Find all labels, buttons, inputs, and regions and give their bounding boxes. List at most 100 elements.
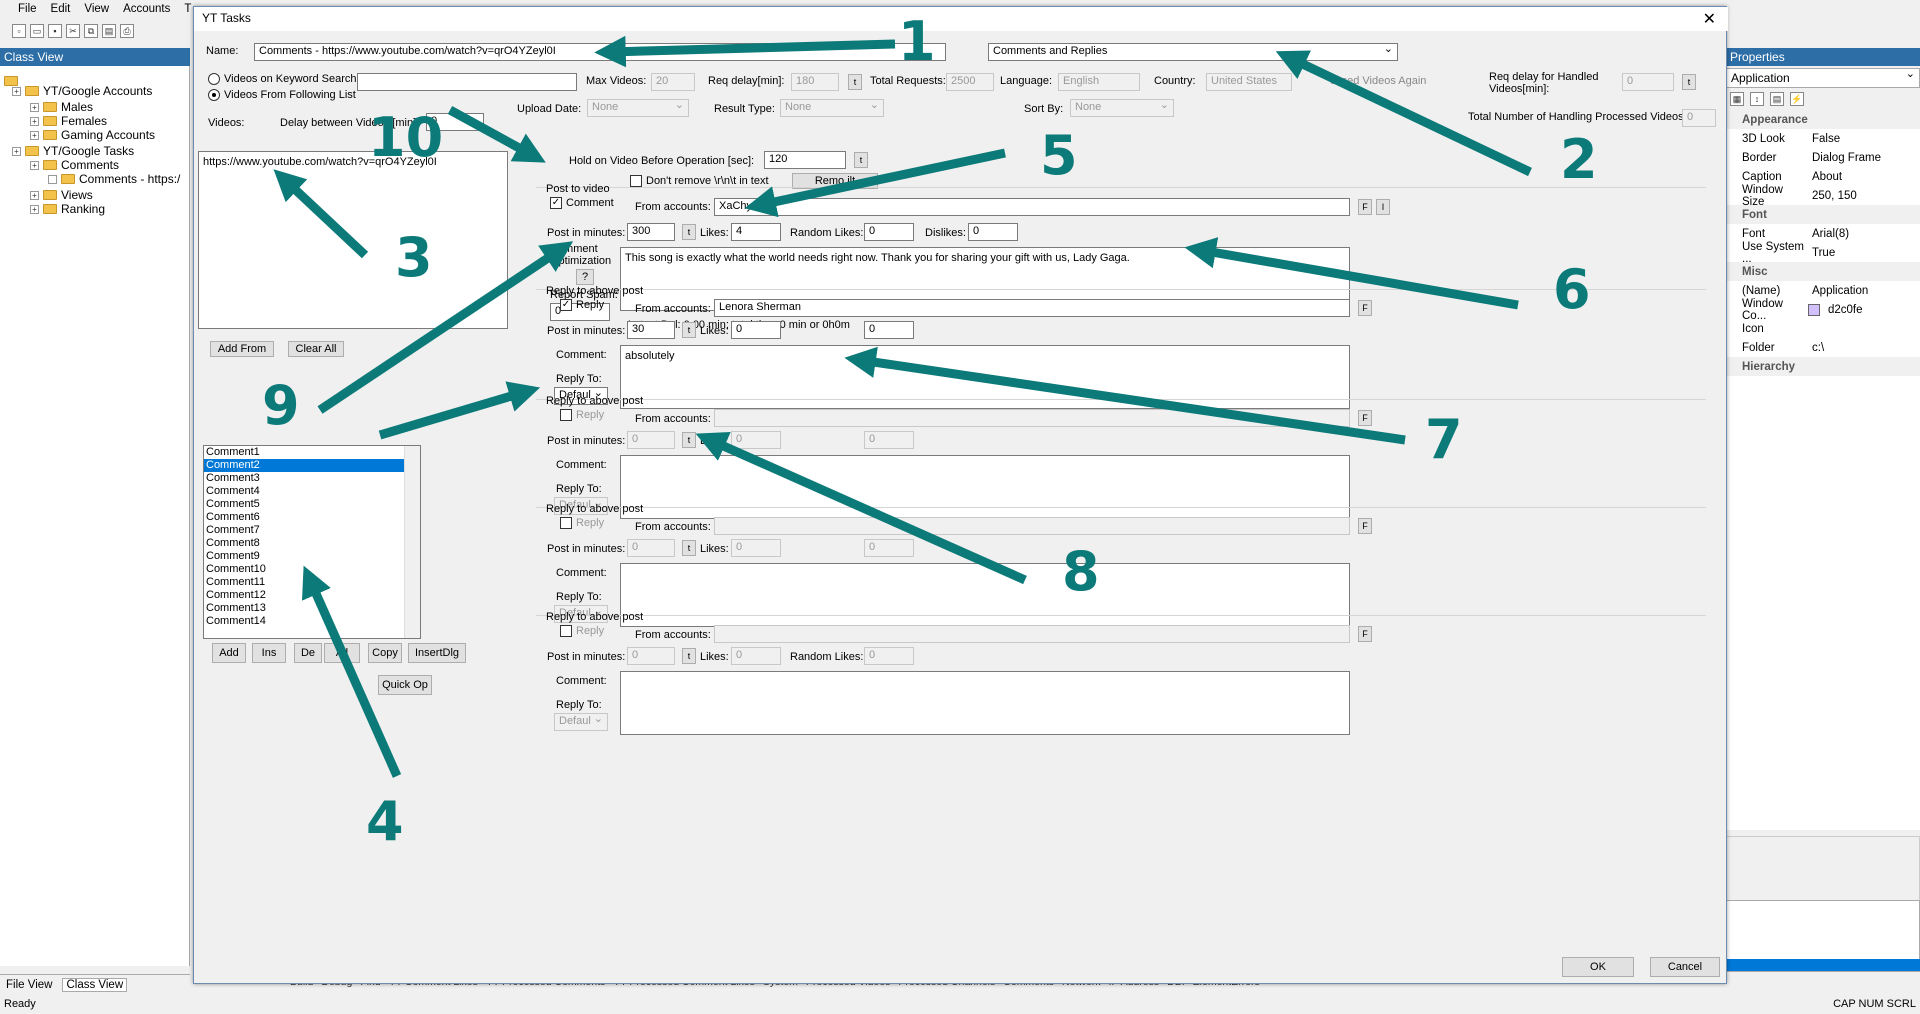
comment-list-item[interactable]: Comment9 [204,550,420,563]
checked-icon[interactable]: ✓ [550,197,562,209]
random-likes-input[interactable]: 0 [864,223,914,241]
radio-keyword-search[interactable]: Videos on Keyword Search [208,73,357,85]
property-value[interactable]: About [1808,171,1920,183]
reply-likes-input[interactable]: 0 [731,431,781,449]
property-value[interactable]: False [1808,133,1920,145]
language-input[interactable]: English [1058,73,1140,91]
open-icon[interactable]: ▭ [30,24,44,38]
reply-likes-input[interactable]: 0 [731,321,781,339]
del-button[interactable]: De [294,643,322,663]
clear-all-button[interactable]: Clear All [288,341,344,357]
comment-checkbox[interactable]: ✓ Comment [550,197,614,209]
events-icon[interactable]: ⚡ [1790,92,1804,106]
hold-button[interactable]: t [854,152,868,168]
post-from-f-button[interactable]: F [1358,199,1372,215]
reply-from-input[interactable]: Lenora Sherman [714,299,1350,317]
comment-list-item[interactable]: Comment10 [204,563,420,576]
req-handled-input[interactable]: 0 [1622,73,1674,91]
reply-extra-input[interactable]: 0 [864,431,914,449]
list-scrollbar[interactable] [404,446,420,638]
name-input[interactable]: Comments - https://www.youtube.com/watch… [254,43,946,61]
checkbox-icon[interactable] [560,625,572,637]
reply-from-f-button[interactable]: F [1358,626,1372,642]
post-from-input[interactable]: XaChy [714,198,1350,216]
tree-item[interactable]: + Females [30,114,107,128]
save-icon[interactable]: ▪ [48,24,62,38]
del-all-button[interactable]: All [324,643,360,663]
sort-by-select[interactable]: None [1070,99,1174,117]
close-icon[interactable]: ✕ [1703,9,1716,29]
reply-to-select[interactable]: Defaul [554,713,608,731]
expand-icon[interactable]: + [12,146,21,156]
tab-file-view[interactable]: File View [6,979,52,991]
reply-from-input[interactable] [714,625,1350,643]
reply-comment-text[interactable] [620,671,1350,735]
req-delay-input[interactable]: 180 [791,73,839,91]
menu-view[interactable]: View [84,3,109,15]
tree-item[interactable]: + Views [30,188,93,202]
req-delay-button[interactable]: t [848,74,862,90]
expand-icon[interactable]: + [30,102,39,112]
comment-list-item[interactable]: Comment4 [204,485,420,498]
reply-minutes-button[interactable]: t [682,432,696,448]
quick-op-button[interactable]: Quick Op [378,675,432,695]
hold-input[interactable]: 120 [764,151,846,169]
tree-item[interactable]: + YT/Google Tasks [12,144,134,158]
reply-extra-input[interactable]: 0 [864,321,914,339]
expand-icon[interactable] [48,174,57,184]
reply-minutes-input[interactable]: 30 [627,321,675,339]
property-row[interactable]: Use System ... True [1726,241,1920,265]
sort-az-icon[interactable]: ↕ [1750,92,1764,106]
add-from-button[interactable]: Add From [210,341,274,357]
menu-file[interactable]: File [18,3,37,15]
total-handling-input[interactable]: 0 [1682,109,1716,127]
property-category[interactable]: Hierarchy [1726,357,1920,376]
property-row[interactable]: Border Dialog Frame [1726,148,1920,167]
reply-checkbox[interactable]: Reply [560,517,604,529]
task-type-select[interactable]: Comments and Replies [988,43,1398,61]
tree-item[interactable]: + Gaming Accounts [30,128,155,142]
insert-dlg-button[interactable]: InsertDlg [408,643,466,663]
reply-extra-input[interactable]: 0 [864,539,914,557]
reply-minutes-button[interactable]: t [682,322,696,338]
property-value[interactable]: Arial(8) [1808,228,1920,240]
checkbox-icon[interactable] [560,517,572,529]
property-value[interactable]: Application [1808,285,1920,297]
post-from-i-button[interactable]: I [1376,199,1390,215]
expand-icon[interactable]: + [12,86,21,96]
tree-item[interactable]: + YT/Google Accounts [12,84,152,98]
reply-random-likes-input[interactable]: 0 [864,647,914,665]
reply-from-input[interactable] [714,517,1350,535]
req-handled-button[interactable]: t [1682,74,1696,90]
keyword-input[interactable] [357,73,577,91]
expand-icon[interactable]: + [30,160,39,170]
expand-icon[interactable]: + [30,116,39,126]
reply-minutes-input[interactable]: 0 [627,431,675,449]
property-value[interactable]: c:\ [1808,342,1920,354]
post-minutes-button[interactable]: t [682,224,696,240]
menu-tasks[interactable]: T [184,3,191,15]
reply-comment-text[interactable] [620,455,1350,519]
checkbox-icon[interactable] [560,409,572,421]
dislikes-input[interactable]: 0 [968,223,1018,241]
reply-checkbox[interactable]: Reply [560,625,604,637]
tree-item[interactable]: + Comments [30,158,119,172]
property-value[interactable]: d2c0fe [1824,304,1920,316]
help-button[interactable]: ? [576,269,594,285]
comment-list-item[interactable]: Comment8 [204,537,420,550]
reply-minutes-button[interactable]: t [682,540,696,556]
comment-list-item[interactable]: Comment14 [204,615,420,628]
post-likes-input[interactable]: 4 [731,223,781,241]
comment-list-item[interactable]: Comment12 [204,589,420,602]
property-row[interactable]: 3D Look False [1726,129,1920,148]
total-requests-input[interactable]: 2500 [946,73,994,91]
reply-likes-input[interactable]: 0 [731,539,781,557]
tab-class-view[interactable]: Class View [62,977,128,992]
cut-icon[interactable]: ✂ [66,24,80,38]
property-value[interactable]: True [1808,247,1920,259]
menu-edit[interactable]: Edit [51,3,71,15]
reply-minutes-button[interactable]: t [682,648,696,664]
country-input[interactable]: United States [1206,73,1292,91]
cancel-button[interactable]: Cancel [1650,957,1720,977]
tree-item[interactable]: Comments - https:/ [48,172,180,186]
